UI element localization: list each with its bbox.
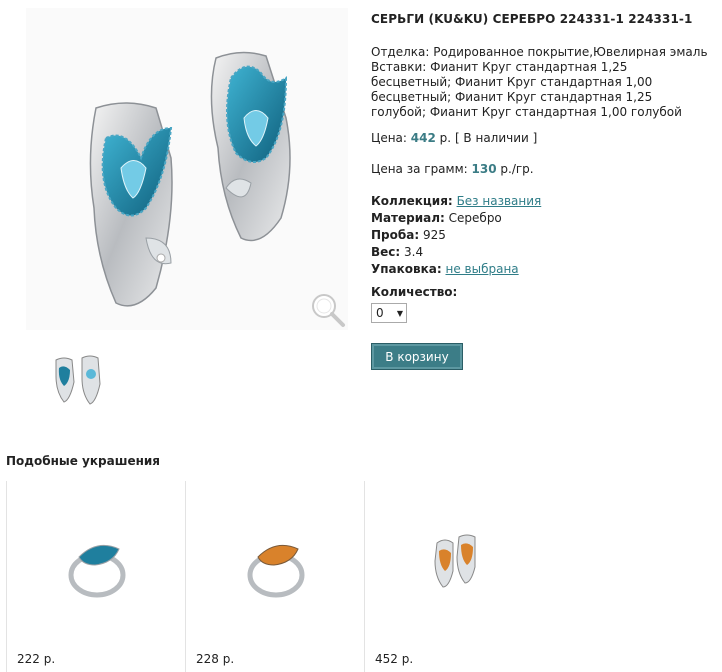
quantity-value: 0 [376, 306, 384, 320]
material-row: Материал: Серебро [371, 210, 711, 227]
finish-line: Отделка: Родированное покрытие,Ювелирная… [371, 45, 708, 59]
similar-item-price: 222 р. [17, 652, 56, 666]
weight-row: Вес: 3.4 [371, 244, 711, 261]
similar-item-price: 228 р. [196, 652, 235, 666]
inserts-line: Вставки: Фианит Круг стандартная 1,25 бе… [371, 60, 682, 119]
similar-item-price: 452 р. [375, 652, 414, 666]
price-unit: р. [439, 131, 452, 145]
collection-link[interactable]: Без названия [457, 194, 542, 208]
quantity-label: Количество: [371, 285, 458, 299]
ring-image [68, 544, 126, 598]
similar-item[interactable]: 228 р. [185, 481, 363, 672]
weight-value: 3.4 [404, 245, 424, 259]
similar-item[interactable]: 222 р. [6, 481, 184, 672]
per-gram-value: 130 [471, 162, 497, 176]
packaging-label: Упаковка: [371, 262, 442, 276]
purity-row: Проба: 925 [371, 227, 711, 244]
earrings-image [434, 534, 476, 588]
product-title: СЕРЬГИ (KU&KU) СЕРЕБРО 224331-1 224331-1 [371, 12, 693, 26]
collection-row: Коллекция: Без названия [371, 193, 711, 210]
purity-value: 925 [422, 228, 446, 242]
magnifier-icon[interactable] [308, 290, 348, 330]
product-attributes: Коллекция: Без названия Материал: Серебр… [371, 193, 711, 278]
add-to-cart-button[interactable]: В корзину [371, 343, 463, 370]
per-gram-line: Цена за грамм: 130 р./гр. [371, 162, 711, 177]
similar-item[interactable]: 452 р. [364, 481, 542, 672]
price-value: 442 [410, 131, 436, 145]
price-line: Цена: 442 р. [ В наличии ] [371, 131, 711, 146]
collection-label: Коллекция: [371, 194, 453, 208]
price-label: Цена: [371, 131, 407, 145]
earrings-illustration [89, 51, 291, 307]
product-thumbnail[interactable] [48, 352, 108, 410]
packaging-link[interactable]: не выбрана [446, 262, 519, 276]
chevron-down-icon: ▼ [396, 308, 403, 318]
material-value: Серебро [448, 211, 502, 225]
purity-label: Проба: [371, 228, 420, 242]
product-info: СЕРЬГИ (KU&KU) СЕРЕБРО 224331-1 224331-1… [371, 12, 711, 370]
per-gram-unit: р./гр. [500, 162, 534, 176]
packaging-row: Упаковка: не выбрана [371, 261, 711, 278]
availability-status: [ В наличии ] [454, 131, 538, 145]
material-label: Материал: [371, 211, 445, 225]
product-main-image[interactable] [26, 8, 348, 330]
similar-items: 222 р. 228 р. 452 р. [6, 481, 722, 672]
similar-heading: Подобные украшения [6, 454, 161, 468]
quantity-select[interactable]: 0 ▼ [371, 303, 407, 323]
weight-label: Вес: [371, 245, 401, 259]
per-gram-label: Цена за грамм: [371, 162, 468, 176]
ring-image [247, 544, 305, 598]
product-details: Отделка: Родированное покрытие,Ювелирная… [371, 45, 711, 120]
earrings-thumbnail-image [55, 355, 101, 405]
